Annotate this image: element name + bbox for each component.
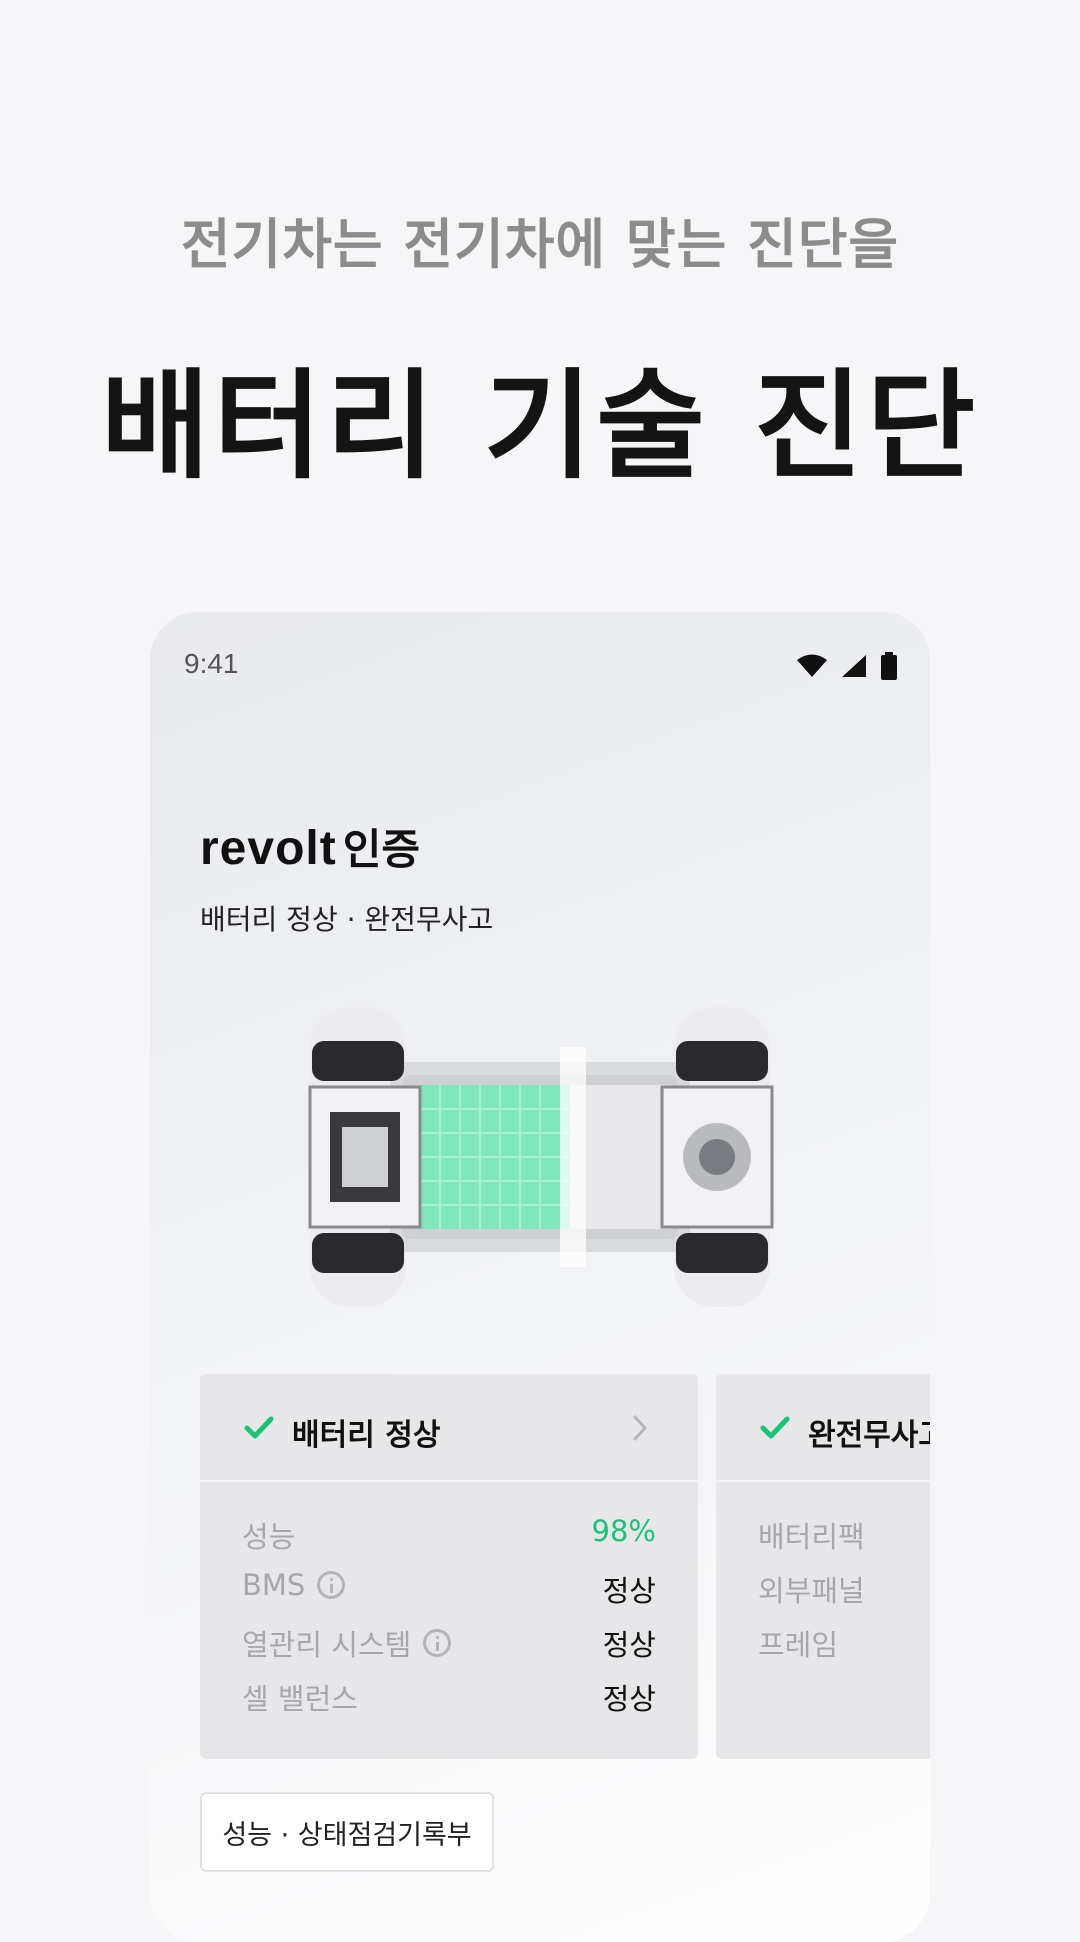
row-thermal: 열관리 시스템 정상 — [242, 1622, 656, 1674]
inspection-record-button[interactable]: 성능 · 상태점검기록부 — [200, 1792, 494, 1872]
info-icon[interactable] — [317, 1571, 346, 1599]
accident-free-card[interactable]: 완전무사고 배터리팩 외부패널 프레임 — [716, 1374, 930, 1759]
card-title: 배터리 정상 — [292, 1418, 441, 1453]
row-label: 프레임 — [758, 1628, 839, 1662]
hero-subtitle: 전기차는 전기차에 맞는 진단을 — [180, 213, 900, 276]
status-time: 9:41 — [184, 648, 239, 679]
row-label: 외부패널 — [758, 1574, 865, 1608]
phone-mockup: 9:41 revolt 인증 배터리 정상 · 완전무사고 배터리 정상 성능 … — [150, 612, 930, 1942]
chevron-right-icon[interactable] — [632, 1414, 648, 1442]
row-label: 배터리팩 — [758, 1520, 865, 1554]
battery-icon — [881, 652, 897, 680]
row-battery-pack: 배터리팩 — [758, 1514, 930, 1566]
card-header[interactable]: 완전무사고 — [716, 1374, 930, 1482]
card-header[interactable]: 배터리 정상 — [200, 1374, 698, 1482]
info-icon[interactable] — [423, 1629, 452, 1657]
row-label: 열관리 시스템 — [242, 1628, 412, 1662]
row-cell-balance: 셀 밸런스 정상 — [242, 1676, 656, 1728]
revolt-logo: revolt — [200, 822, 337, 875]
certification-summary: 배터리 정상 · 완전무사고 — [200, 903, 494, 936]
row-frame: 프레임 — [758, 1622, 930, 1674]
brand-cert-label: 인증 — [342, 825, 420, 874]
ev-chassis-illustration — [308, 1007, 774, 1307]
row-bms: BMS 정상 — [242, 1568, 656, 1620]
row-label: 셀 밸런스 — [242, 1682, 358, 1716]
card-title: 완전무사고 — [808, 1418, 930, 1453]
row-exterior-panel: 외부패널 — [758, 1568, 930, 1620]
battery-status-card[interactable]: 배터리 정상 성능 98% BMS 정상 열관리 시스템 정상 셀 밸런스 정상 — [200, 1374, 698, 1759]
cellular-signal-icon — [842, 655, 866, 677]
check-icon — [244, 1416, 274, 1439]
cell-balance-value: 정상 — [602, 1682, 656, 1716]
row-performance: 성능 98% — [242, 1514, 656, 1566]
wifi-icon — [797, 654, 827, 677]
row-label: 성능 — [242, 1520, 296, 1554]
status-bar: 9:41 — [150, 612, 930, 712]
row-label: BMS — [242, 1568, 306, 1602]
hero-title: 배터리 기술 진단 — [100, 357, 980, 495]
thermal-value: 정상 — [602, 1628, 656, 1662]
brand: revolt 인증 — [200, 816, 420, 877]
bms-value: 정상 — [602, 1574, 656, 1608]
check-icon — [760, 1416, 790, 1439]
performance-value: 98% — [591, 1514, 656, 1548]
